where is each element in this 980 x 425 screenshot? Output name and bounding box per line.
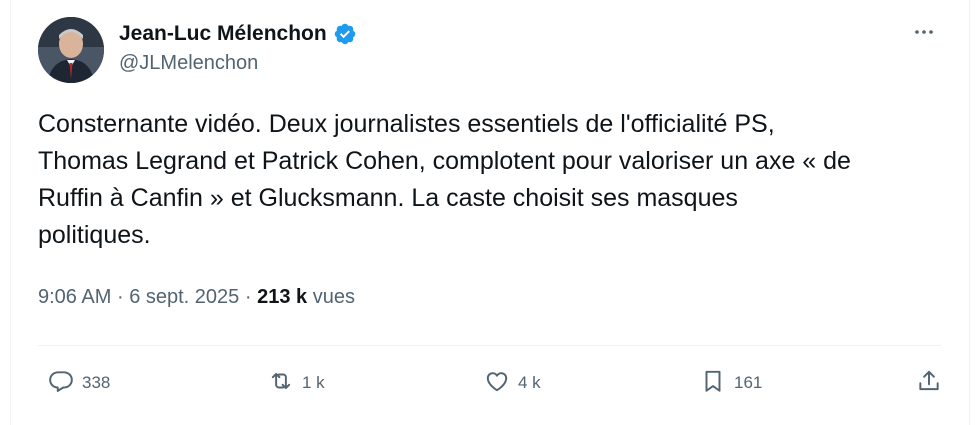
reply-icon xyxy=(48,368,74,399)
meta-separator: · xyxy=(116,286,124,308)
share-button[interactable] xyxy=(916,360,942,406)
action-bar: 338 1 k 4 k 161 xyxy=(38,360,948,406)
heart-icon xyxy=(484,368,510,399)
author-row: Jean-Luc Mélenchon xyxy=(119,20,357,48)
bookmark-icon xyxy=(700,368,726,399)
repost-button[interactable]: 1 k xyxy=(268,360,325,406)
tweet-date[interactable]: 6 sept. 2025 xyxy=(129,286,239,308)
like-count: 4 k xyxy=(518,373,541,392)
tweet-text: Consternante vidéo. Deux journalistes es… xyxy=(38,110,851,249)
like-button[interactable]: 4 k xyxy=(484,360,541,406)
author-name[interactable]: Jean-Luc Mélenchon xyxy=(119,22,327,46)
divider xyxy=(38,345,941,346)
more-icon[interactable] xyxy=(906,20,942,44)
reply-button[interactable]: 338 xyxy=(48,360,110,406)
avatar[interactable] xyxy=(38,17,104,83)
tweet-meta: 9:06 AM · 6 sept. 2025 · 213 k vues xyxy=(38,286,355,309)
repost-icon xyxy=(268,368,294,399)
tweet-time[interactable]: 9:06 AM xyxy=(38,286,111,308)
verified-badge-icon[interactable] xyxy=(333,22,357,46)
author-handle[interactable]: @JLMelenchon xyxy=(119,52,258,75)
share-icon xyxy=(916,368,942,399)
views-label: vues xyxy=(312,286,355,308)
bookmark-count: 161 xyxy=(734,373,763,392)
reply-count: 338 xyxy=(82,373,111,392)
tweet-card: Jean-Luc Mélenchon @JLMelenchon Constern… xyxy=(10,0,970,425)
views-count: 213 k xyxy=(257,286,308,308)
meta-separator: · xyxy=(244,286,252,308)
repost-count: 1 k xyxy=(302,373,325,392)
bookmark-button[interactable]: 161 xyxy=(700,360,762,406)
